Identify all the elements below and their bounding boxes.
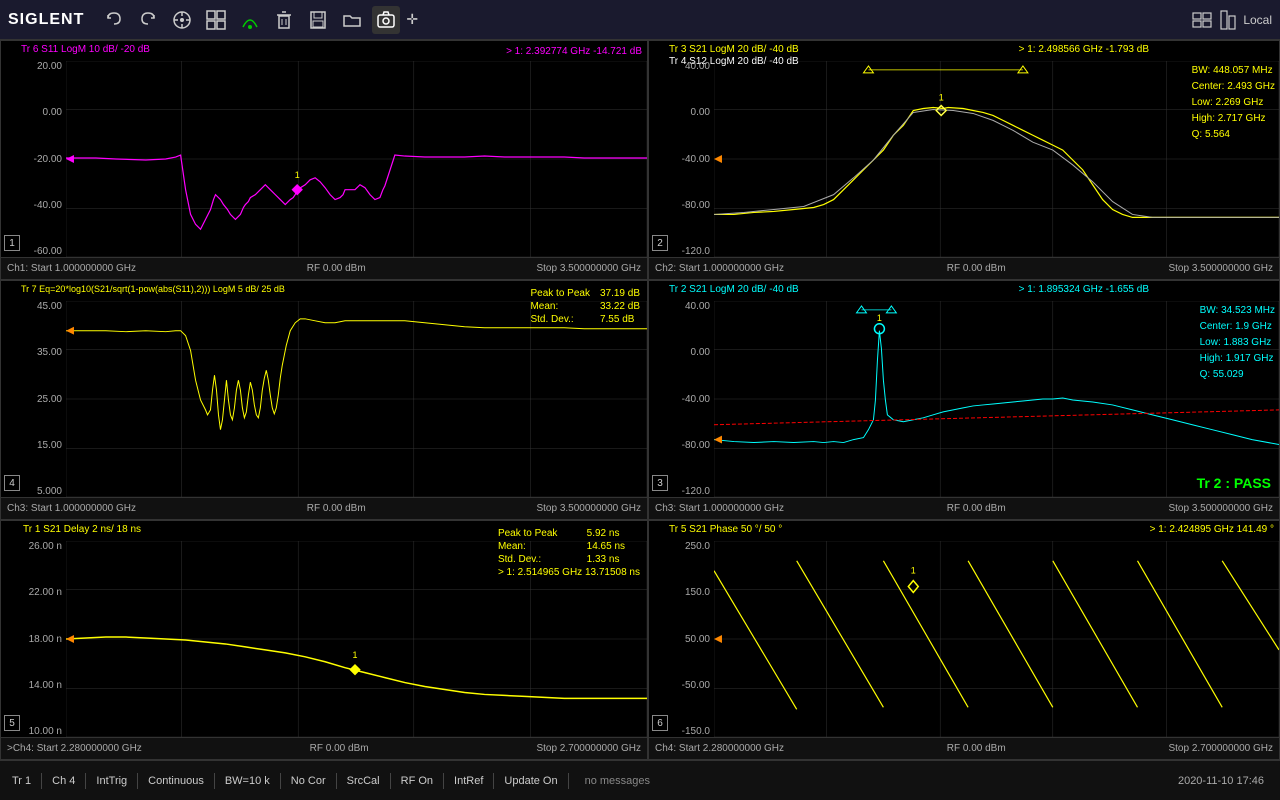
panel-2-num: 2 xyxy=(652,235,668,251)
panel-6: 6 Tr 5 S21 Phase 50 °/ 50 ° > 1: 2.42489… xyxy=(648,520,1280,760)
panel-3-chart xyxy=(66,301,647,497)
svg-text:1: 1 xyxy=(939,93,944,103)
panel-1-title: Tr 6 S11 LogM 10 dB/ -20 dB xyxy=(21,44,150,55)
statusbar-updateon[interactable]: Update On xyxy=(494,773,568,789)
statusbar: Tr 1 Ch 4 IntTrig Continuous BW=10 k No … xyxy=(0,760,1280,800)
panel-4-num: 3 xyxy=(652,475,668,491)
panel-4-chart: 1 xyxy=(714,301,1279,497)
panel-5-num: 5 xyxy=(4,715,20,731)
panel-6-title: Tr 5 S21 Phase 50 °/ 50 ° xyxy=(669,524,782,535)
save-button[interactable] xyxy=(304,6,332,34)
statusbar-srccal[interactable]: SrcCal xyxy=(337,773,391,789)
svg-text:1: 1 xyxy=(353,650,358,660)
panel-4-footer: Ch3: Start 1.000000000 GHz RF 0.00 dBm S… xyxy=(649,497,1279,519)
panel-5-footer: >Ch4: Start 2.280000000 GHz RF 0.00 dBm … xyxy=(1,737,647,759)
statusbar-bw[interactable]: BW=10 k xyxy=(215,773,281,789)
cal-button[interactable] xyxy=(168,6,196,34)
panel-3: 4 Tr 7 Eq=20*log10(S21/sqrt(1-pow(abs(S1… xyxy=(0,280,648,520)
svg-text:1: 1 xyxy=(911,566,916,576)
panel-2: 2 Tr 3 S21 LogM 20 dB/ -40 dB Tr 4 S12 L… xyxy=(648,40,1280,280)
panel-3-yaxis: 45.00 35.00 25.00 15.00 5.000 xyxy=(1,301,66,497)
panel-2-bw-box: BW: 448.057 MHz Center: 2.493 GHz Low: 2… xyxy=(1192,63,1275,143)
screenshot-button[interactable] xyxy=(372,6,400,34)
panel-1: 1 Tr 6 S11 LogM 10 dB/ -20 dB > 1: 2.392… xyxy=(0,40,648,280)
panel-5-title: Tr 1 S21 Delay 2 ns/ 18 ns xyxy=(21,524,143,535)
panel-3-footer: Ch3: Start 1.000000000 GHz RF 0.00 dBm S… xyxy=(1,497,647,519)
panel-5-stats: Peak to Peak5.92 ns Mean:14.65 ns Std. D… xyxy=(496,526,642,580)
local-info: Local xyxy=(1191,9,1272,31)
panel-6-num: 6 xyxy=(652,715,668,731)
panel-2-marker: > 1: 2.498566 GHz -1.793 dB xyxy=(1019,44,1149,55)
panel-3-stats: Peak to Peak37.19 dB Mean:33.22 dB Std. … xyxy=(528,286,642,327)
panel-4-pass: Tr 2 : PASS xyxy=(1197,475,1271,491)
statusbar-intref[interactable]: IntRef xyxy=(444,773,494,789)
panel-3-num: 4 xyxy=(4,475,20,491)
local-label: Local xyxy=(1243,13,1272,27)
panel-2-title-tr3: Tr 3 S21 LogM 20 dB/ -40 dB xyxy=(669,44,799,55)
svg-text:1: 1 xyxy=(295,170,300,180)
statusbar-time: 2020-11-10 17:46 xyxy=(1170,775,1272,787)
panel-2-yaxis: 40.00 0.00 -40.00 -80.00 -120.0 xyxy=(649,61,714,257)
svg-text:1: 1 xyxy=(877,313,882,323)
toolbar: SIGLENT xyxy=(0,0,1280,40)
panel-1-chart: 1 xyxy=(66,61,647,257)
signal-button[interactable] xyxy=(236,6,264,34)
statusbar-messages: no messages xyxy=(569,775,1170,787)
statusbar-continuous[interactable]: Continuous xyxy=(138,773,215,789)
panel-5: 5 Tr 1 S21 Delay 2 ns/ 18 ns Peak to Pea… xyxy=(0,520,648,760)
main-grid: 1 Tr 6 S11 LogM 10 dB/ -20 dB > 1: 2.392… xyxy=(0,40,1280,760)
open-button[interactable] xyxy=(338,6,366,34)
statusbar-nocor[interactable]: No Cor xyxy=(281,773,337,789)
panel-4-marker: > 1: 1.895324 GHz -1.655 dB xyxy=(1019,284,1149,295)
panel-6-footer: Ch4: Start 2.280000000 GHz RF 0.00 dBm S… xyxy=(649,737,1279,759)
panel-4-yaxis: 40.00 0.00 -40.00 -80.00 -120.0 xyxy=(649,301,714,497)
panel-6-chart: 1 xyxy=(714,541,1279,737)
statusbar-inttrig[interactable]: IntTrig xyxy=(86,773,138,789)
panel-1-footer: Ch1: Start 1.000000000 GHz RF 0.00 dBm S… xyxy=(1,257,647,279)
panel-1-yaxis: 20.00 0.00 -20.00 -40.00 -60.00 xyxy=(1,61,66,257)
siglent-logo: SIGLENT xyxy=(8,11,84,29)
redo-button[interactable] xyxy=(134,6,162,34)
panel-3-title: Tr 7 Eq=20*log10(S21/sqrt(1-pow(abs(S11)… xyxy=(21,284,285,294)
statusbar-tr1[interactable]: Tr 1 xyxy=(8,773,42,789)
screen-layout-button[interactable] xyxy=(202,6,230,34)
panel-4-bw-box: BW: 34.523 MHz Center: 1.9 GHz Low: 1.88… xyxy=(1200,303,1275,383)
panel-1-num: 1 xyxy=(4,235,20,251)
panel-6-yaxis: 250.0 150.0 50.00 -50.00 -150.0 xyxy=(649,541,714,737)
panel-4-title: Tr 2 S21 LogM 20 dB/ -40 dB xyxy=(669,284,799,295)
panel-4: 3 Tr 2 S21 LogM 20 dB/ -40 dB > 1: 1.895… xyxy=(648,280,1280,520)
panel-2-footer: Ch2: Start 1.000000000 GHz RF 0.00 dBm S… xyxy=(649,257,1279,279)
panel-1-marker: > 1: 2.392774 GHz -14.721 dB xyxy=(506,46,642,57)
delete-button[interactable] xyxy=(270,6,298,34)
statusbar-ch4[interactable]: Ch 4 xyxy=(42,773,86,789)
statusbar-rfon[interactable]: RF On xyxy=(391,773,444,789)
undo-button[interactable] xyxy=(100,6,128,34)
panel-5-yaxis: 26.00 n 22.00 n 18.00 n 14.00 n 10.00 n xyxy=(1,541,66,737)
panel-6-marker: > 1: 2.424895 GHz 141.49 ° xyxy=(1150,524,1274,535)
